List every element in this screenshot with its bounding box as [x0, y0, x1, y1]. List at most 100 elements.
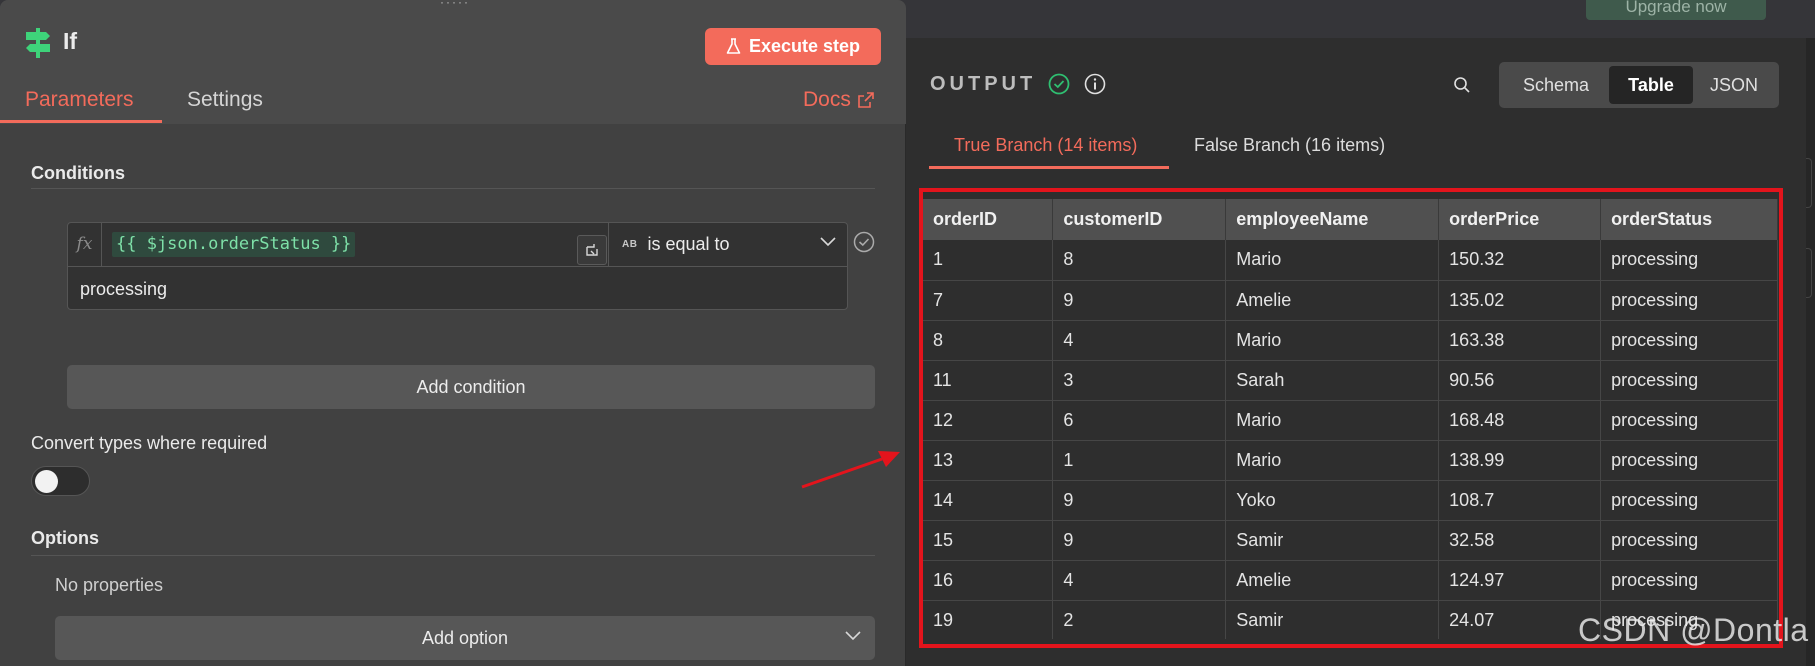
table-row: 1 8 Mario 150.32 processing	[923, 240, 1778, 281]
table-cell: processing	[1600, 560, 1778, 601]
table-cell: processing	[1600, 520, 1778, 561]
column-header: customerID	[1052, 199, 1227, 240]
view-mode-switch: Schema Table JSON	[1499, 62, 1779, 108]
table-cell: 138.99	[1438, 440, 1602, 481]
table-row: 8 4 Mario 163.38 processing	[923, 320, 1778, 361]
table-cell: 3	[1052, 360, 1227, 401]
table-row: 16 4 Amelie 124.97 processing	[923, 560, 1778, 601]
table-cell: 168.48	[1438, 400, 1602, 441]
table-row: 15 9 Samir 32.58 processing	[923, 520, 1778, 561]
info-icon[interactable]	[1084, 73, 1106, 95]
upgrade-label: Upgrade now	[1625, 0, 1727, 16]
convert-types-label: Convert types where required	[31, 433, 268, 453]
table-cell: 24.07	[1438, 600, 1602, 639]
tab-parameters[interactable]: Parameters	[25, 88, 134, 112]
conditions-heading: Conditions	[31, 163, 125, 183]
tab-true-branch[interactable]: True Branch (14 items)	[954, 135, 1137, 156]
table-cell: 108.7	[1438, 480, 1602, 521]
view-table-button[interactable]: Table	[1609, 66, 1693, 104]
flask-icon	[726, 38, 741, 54]
execute-step-label: Execute step	[748, 36, 861, 56]
operator-value: is equal to	[647, 234, 730, 254]
toggle-knob	[35, 470, 58, 493]
table-cell: 8	[923, 320, 1054, 361]
table-cell: Yoko	[1225, 480, 1440, 521]
tab-false-branch[interactable]: False Branch (16 items)	[1194, 135, 1385, 156]
output-table-container[interactable]: orderID customerID employeeName orderPri…	[923, 199, 1778, 639]
table-cell: 150.32	[1438, 240, 1602, 281]
view-json-button[interactable]: JSON	[1693, 66, 1775, 104]
condition-check-icon[interactable]	[853, 231, 875, 253]
add-condition-button[interactable]: Add condition	[67, 365, 875, 409]
options-heading: Options	[31, 528, 99, 548]
node-title: If	[63, 28, 78, 54]
active-tab-indicator	[0, 120, 162, 123]
table-body: 1 8 Mario 150.32 processing 7 9 Amelie 135.02 pro…	[923, 240, 1778, 639]
table-cell: Amelie	[1225, 560, 1440, 601]
table-cell: processing	[1600, 480, 1778, 521]
string-type-icon: AB	[622, 239, 638, 250]
mapping-icon	[586, 244, 598, 256]
table-cell: Amelie	[1225, 280, 1440, 321]
table-cell: processing	[1600, 280, 1778, 321]
output-table: orderID customerID employeeName orderPri…	[923, 199, 1778, 639]
external-link-icon	[858, 92, 874, 108]
table-cell: processing	[1600, 240, 1778, 281]
table-cell: 9	[1052, 480, 1227, 521]
docs-label: Docs	[803, 88, 851, 111]
drag-handle[interactable]: ·····	[432, 0, 478, 8]
output-label: OUTPUT	[930, 73, 1037, 95]
tab-settings[interactable]: Settings	[187, 88, 263, 112]
table-cell: Mario	[1225, 320, 1440, 361]
condition-divider	[68, 266, 847, 267]
table-cell: Samir	[1225, 520, 1440, 561]
column-header: employeeName	[1225, 199, 1440, 240]
search-icon[interactable]	[1453, 76, 1471, 94]
convert-types-toggle[interactable]	[31, 466, 90, 496]
options-divider	[31, 555, 875, 556]
table-cell: 8	[1052, 240, 1227, 281]
table-cell: 163.38	[1438, 320, 1602, 361]
upgrade-button[interactable]: Upgrade now	[1586, 0, 1766, 20]
table-cell: Mario	[1225, 400, 1440, 441]
table-cell: 1	[923, 240, 1054, 281]
table-row: 12 6 Mario 168.48 processing	[923, 400, 1778, 441]
table-cell: 90.56	[1438, 360, 1602, 401]
table-cell: 9	[1052, 520, 1227, 561]
table-cell: 135.02	[1438, 280, 1602, 321]
table-cell: 4	[1052, 560, 1227, 601]
conditions-divider	[31, 188, 875, 189]
edge-handle	[1806, 248, 1812, 298]
table-cell: Mario	[1225, 240, 1440, 281]
table-cell: 7	[923, 280, 1054, 321]
table-cell: 11	[923, 360, 1054, 401]
if-node-icon	[26, 28, 50, 58]
table-cell: 32.58	[1438, 520, 1602, 561]
table-cell: 1	[1052, 440, 1227, 481]
add-option-button[interactable]: Add option	[55, 616, 875, 660]
table-cell: 13	[923, 440, 1054, 481]
column-header: orderID	[923, 199, 1054, 240]
table-cell: processing	[1600, 320, 1778, 361]
table-cell: 19	[923, 600, 1054, 639]
view-schema-button[interactable]: Schema	[1503, 66, 1609, 104]
no-properties-text: No properties	[55, 575, 164, 595]
expression-input[interactable]: {{ $json.orderStatus }}	[112, 232, 356, 257]
table-row: 14 9 Yoko 108.7 processing	[923, 480, 1778, 521]
table-cell: 16	[923, 560, 1054, 601]
table-cell: processing	[1600, 360, 1778, 401]
table-cell: 14	[923, 480, 1054, 521]
add-option-label: Add option	[421, 627, 509, 648]
column-header: orderPrice	[1438, 199, 1602, 240]
drag-field-button[interactable]	[577, 235, 607, 265]
docs-link[interactable]: Docs	[803, 88, 874, 112]
table-row: 11 3 Sarah 90.56 processing	[923, 360, 1778, 401]
table-cell: processing	[1600, 400, 1778, 441]
operator-select[interactable]: AB is equal to	[608, 223, 848, 266]
table-cell: 12	[923, 400, 1054, 441]
chevron-down-icon	[845, 631, 861, 641]
add-condition-label: Add condition	[416, 376, 526, 397]
execute-step-button[interactable]: Execute step	[705, 28, 881, 65]
condition-value-input[interactable]: processing	[80, 279, 167, 300]
table-cell: 124.97	[1438, 560, 1602, 601]
